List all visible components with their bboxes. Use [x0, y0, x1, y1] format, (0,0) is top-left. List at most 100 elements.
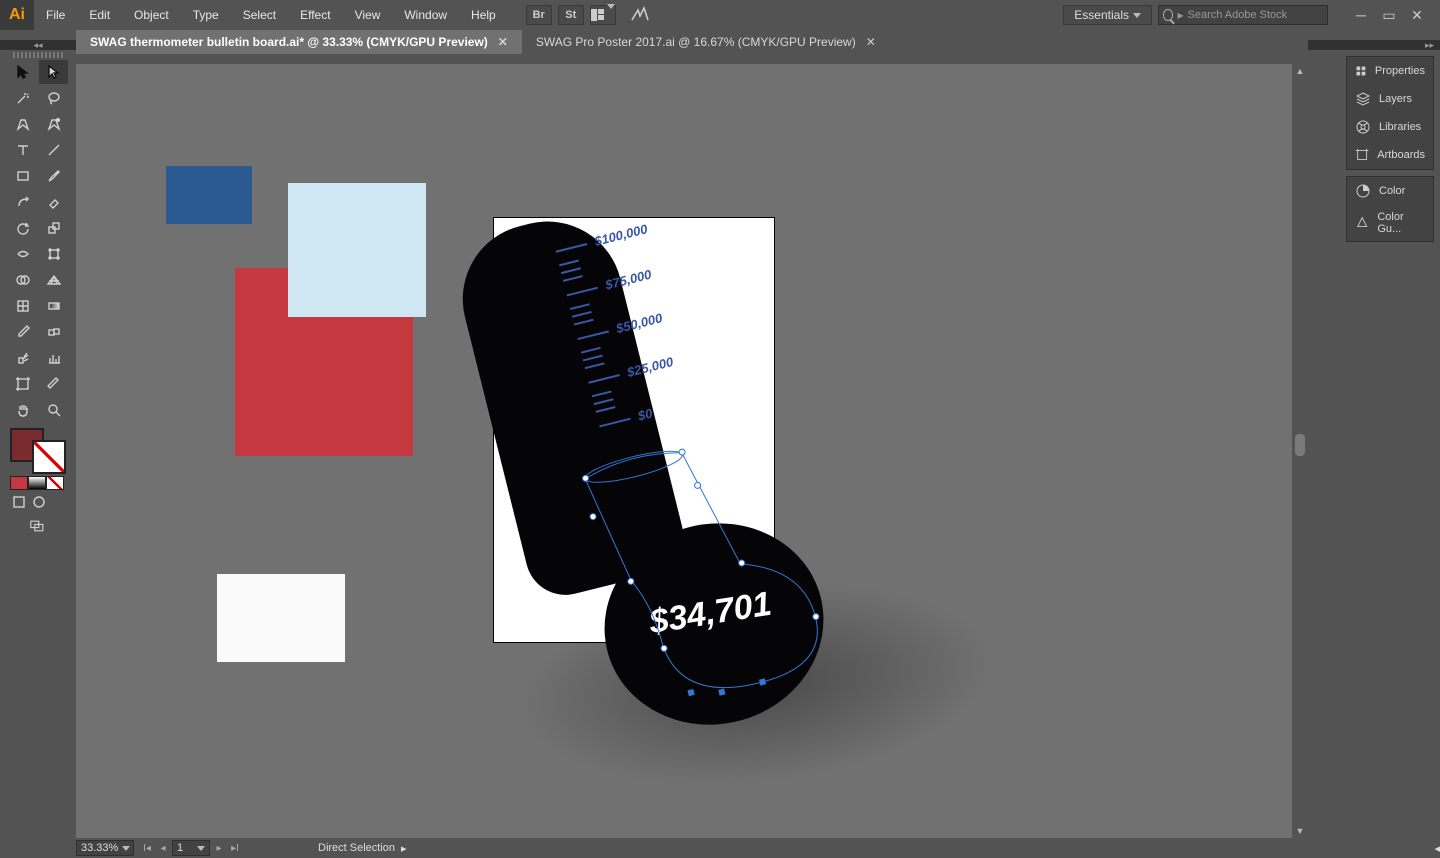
mesh-tool[interactable] [8, 294, 37, 318]
gradient-tool[interactable] [39, 294, 68, 318]
artboard-value: 1 [177, 842, 183, 854]
first-artboard[interactable]: I◂ [140, 841, 154, 855]
search-adobe-stock[interactable]: ▸ [1158, 5, 1328, 25]
column-graph-tool[interactable] [39, 346, 68, 370]
window-minimize[interactable]: ─ [1354, 8, 1368, 22]
draw-normal[interactable] [10, 494, 28, 510]
arrange-documents-button[interactable] [590, 5, 616, 25]
search-input[interactable] [1188, 9, 1324, 21]
stroke-color-swatch[interactable] [32, 440, 66, 474]
search-icon [1163, 9, 1173, 21]
menu-type[interactable]: Type [181, 8, 231, 22]
selection-outline [551, 367, 856, 716]
swatch-light-blue[interactable] [288, 183, 426, 317]
canvas[interactable]: $100,000 $75,000 $50,000 $25,000 $0 $34,… [76, 64, 1308, 838]
magic-wand-tool[interactable] [8, 86, 37, 110]
panel-label: Color [1379, 185, 1405, 197]
tab-close-icon[interactable]: ✕ [866, 35, 876, 49]
scroll-up-icon[interactable]: ▲ [1292, 64, 1308, 78]
curvature-tool[interactable] [39, 112, 68, 136]
panel-color[interactable]: Color [1347, 177, 1433, 205]
status-menu[interactable]: ▸ [401, 842, 407, 855]
blend-tool[interactable] [39, 320, 68, 344]
swatch-white[interactable] [217, 574, 345, 662]
menu-help[interactable]: Help [459, 8, 508, 22]
next-artboard[interactable]: ▸ [212, 841, 226, 855]
panel-artboards[interactable]: Artboards [1347, 141, 1433, 169]
tab-close-icon[interactable]: ✕ [498, 35, 508, 49]
panel-label: Layers [1379, 93, 1412, 105]
direct-selection-tool[interactable] [39, 60, 68, 84]
menu-view[interactable]: View [343, 8, 393, 22]
rectangle-tool[interactable] [8, 164, 37, 188]
swatch-blue[interactable] [166, 166, 252, 224]
fill-stroke-swatch[interactable] [10, 428, 66, 474]
screen-mode[interactable] [25, 516, 51, 536]
artboard-nav: I◂ ◂ 1 ▸ ▸I [140, 840, 242, 856]
last-artboard[interactable]: ▸I [228, 841, 242, 855]
panel-color-guide[interactable]: Color Gu... [1347, 205, 1433, 241]
shape-builder-tool[interactable] [8, 268, 37, 292]
panel-layers[interactable]: Layers [1347, 85, 1433, 113]
free-transform-tool[interactable] [39, 242, 68, 266]
panel-libraries[interactable]: Libraries [1347, 113, 1433, 141]
eraser-tool[interactable] [39, 190, 68, 214]
color-mode-none[interactable] [46, 476, 64, 490]
artboard-tool[interactable] [8, 372, 37, 396]
right-dock-expand[interactable]: ▸▸ [1308, 40, 1440, 50]
width-tool[interactable] [8, 242, 37, 266]
chevron-down-icon [607, 4, 615, 21]
slice-tool[interactable] [39, 372, 68, 396]
tab-title: SWAG thermometer bulletin board.ai* @ 33… [90, 35, 488, 49]
bridge-button[interactable]: Br [526, 5, 552, 25]
tab-document-2[interactable]: SWAG Pro Poster 2017.ai @ 16.67% (CMYK/G… [522, 30, 890, 54]
zoom-value: 33.33% [81, 842, 118, 854]
color-mode-gradient[interactable] [28, 476, 46, 490]
panel-properties[interactable]: Properties [1347, 57, 1433, 85]
draw-behind[interactable] [30, 494, 48, 510]
gpu-preview-icon[interactable] [630, 6, 650, 25]
color-mode-solid[interactable] [10, 476, 28, 490]
perspective-grid-tool[interactable] [39, 268, 68, 292]
scroll-down-icon[interactable]: ▼ [1292, 824, 1308, 838]
rotate-tool[interactable] [8, 216, 37, 240]
hscroll-left[interactable]: ◂ [1434, 842, 1440, 855]
eyedropper-tool[interactable] [8, 320, 37, 344]
lasso-tool[interactable] [39, 86, 68, 110]
workspace-switcher[interactable]: Essentials [1063, 5, 1152, 25]
scale-tool[interactable] [39, 216, 68, 240]
panel-group-2: Color Color Gu... [1346, 176, 1434, 242]
scroll-thumb[interactable] [1295, 434, 1305, 456]
window-close[interactable]: ✕ [1410, 8, 1424, 22]
menu-edit[interactable]: Edit [77, 8, 122, 22]
menu-select[interactable]: Select [231, 8, 288, 22]
paintbrush-tool[interactable] [39, 164, 68, 188]
thermometer[interactable]: $100,000 $75,000 $50,000 $25,000 $0 $34,… [494, 214, 874, 714]
pen-tool[interactable] [8, 112, 37, 136]
panel-grip[interactable] [13, 52, 63, 58]
selection-tool[interactable] [8, 60, 37, 84]
artboard-number[interactable]: 1 [172, 840, 210, 856]
line-segment-tool[interactable] [39, 138, 68, 162]
right-panel-dock: ▸▸ Properties Layers Libraries Artboards… [1308, 40, 1440, 858]
window-maximize[interactable]: ▭ [1382, 8, 1396, 22]
zoom-tool[interactable] [39, 398, 68, 422]
menu-window[interactable]: Window [392, 8, 459, 22]
symbol-sprayer-tool[interactable] [8, 346, 37, 370]
tab-document-1[interactable]: SWAG thermometer bulletin board.ai* @ 33… [76, 30, 522, 54]
menu-object[interactable]: Object [122, 8, 181, 22]
status-bar: 33.33% I◂ ◂ 1 ▸ ▸I Direct Selection ▸ ◂ [76, 838, 1440, 858]
zoom-level[interactable]: 33.33% [76, 840, 134, 856]
tool-panel: ◂◂ [0, 40, 76, 840]
menu-file[interactable]: File [34, 8, 77, 22]
shaper-tool[interactable] [8, 190, 37, 214]
prev-artboard[interactable]: ◂ [156, 841, 170, 855]
hand-tool[interactable] [8, 398, 37, 422]
tool-panel-collapse[interactable]: ◂◂ [0, 40, 76, 50]
stock-button[interactable]: St [558, 5, 584, 25]
type-tool[interactable] [8, 138, 37, 162]
workspace-label: Essentials [1074, 8, 1129, 22]
chevron-down-icon [197, 846, 205, 851]
menu-effect[interactable]: Effect [288, 8, 342, 22]
vertical-scrollbar[interactable]: ▲ ▼ [1292, 64, 1308, 838]
